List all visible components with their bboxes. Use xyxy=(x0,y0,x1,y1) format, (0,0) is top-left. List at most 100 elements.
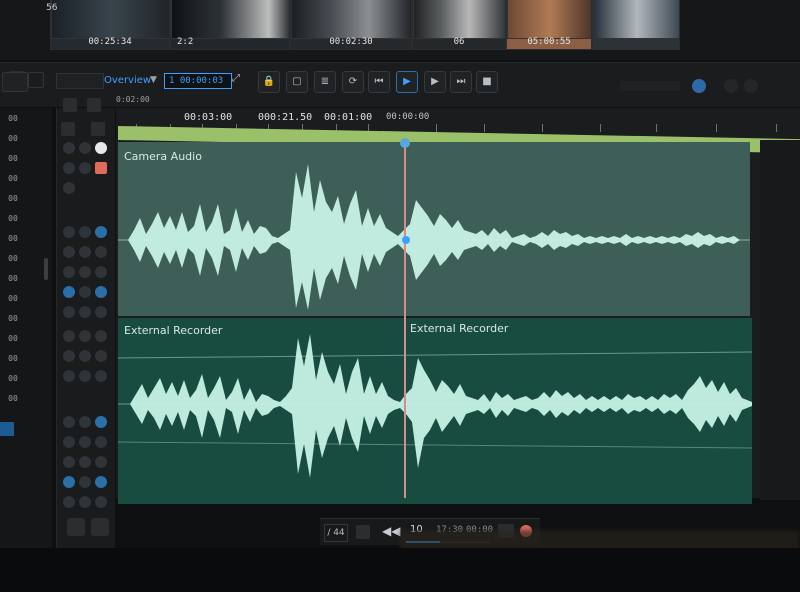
timecode-display[interactable]: 1 00:00:03 xyxy=(164,73,232,89)
track-toggle[interactable] xyxy=(79,436,91,448)
list-button[interactable]: ≣ xyxy=(314,71,336,93)
track-toggle[interactable] xyxy=(63,330,75,342)
track-toggle[interactable] xyxy=(63,416,75,428)
track-toggle[interactable] xyxy=(79,350,91,362)
track-toggle[interactable] xyxy=(95,246,107,258)
pencil-icon[interactable] xyxy=(67,518,85,536)
waveform-shape xyxy=(118,334,752,478)
track-toggle[interactable] xyxy=(63,436,75,448)
record-arm-toggle[interactable] xyxy=(95,162,107,174)
track-toggle[interactable] xyxy=(63,226,75,238)
track-toggle[interactable] xyxy=(79,266,91,278)
ruler-tick xyxy=(656,124,657,132)
track-eye-icon[interactable] xyxy=(61,122,75,136)
track-toggle[interactable] xyxy=(79,370,91,382)
track-toggle[interactable] xyxy=(63,496,75,508)
ruler-tick xyxy=(716,124,717,132)
track-toggle[interactable] xyxy=(79,306,91,318)
track-toggle[interactable] xyxy=(95,476,107,488)
fast-forward-button[interactable]: ⏭ xyxy=(450,71,472,93)
track-toggle[interactable] xyxy=(79,416,91,428)
speed-button[interactable]: ⟳ xyxy=(342,71,364,93)
playhead-handle[interactable] xyxy=(400,138,410,148)
preview-number-left: 56 xyxy=(46,3,58,13)
play-button[interactable]: ▶ xyxy=(396,71,418,93)
preview-timecode-2: 2:2 xyxy=(177,37,194,47)
preview-clip-3[interactable]: 00:02:30 xyxy=(290,0,412,50)
track-toggle[interactable] xyxy=(63,286,75,298)
rewind-icon: ⏮ xyxy=(374,76,384,87)
track-toggle[interactable] xyxy=(95,436,107,448)
lock-button[interactable]: 🔒 xyxy=(258,71,280,93)
gutter-number: 00 xyxy=(8,254,18,263)
preview-thumb-6 xyxy=(593,0,679,39)
gutter-selected-marker[interactable] xyxy=(0,422,14,436)
track-toggle[interactable] xyxy=(63,142,75,154)
track-toggle[interactable] xyxy=(95,286,107,298)
history-controls[interactable] xyxy=(56,73,104,89)
track-toggle[interactable] xyxy=(95,370,107,382)
track-toggle[interactable] xyxy=(79,496,91,508)
track-toggle[interactable] xyxy=(63,182,75,194)
track-toggle[interactable] xyxy=(63,162,75,174)
track-camera-audio[interactable]: Camera Audio xyxy=(118,142,750,316)
rewind-button[interactable]: ⏮ xyxy=(368,71,390,93)
track-toggle[interactable] xyxy=(79,226,91,238)
track-toggle[interactable] xyxy=(63,350,75,362)
track-toggle[interactable] xyxy=(79,286,91,298)
gutter-number: 00 xyxy=(8,234,18,243)
track-toggle[interactable] xyxy=(79,456,91,468)
gutter-number: 00 xyxy=(8,334,18,343)
square-button[interactable]: ▢ xyxy=(286,71,308,93)
gutter-toggle[interactable] xyxy=(2,72,28,92)
track-toggle[interactable] xyxy=(63,476,75,488)
playhead[interactable] xyxy=(404,140,406,498)
track-toggle[interactable] xyxy=(95,496,107,508)
track-toggle[interactable] xyxy=(95,266,107,278)
zoom-in-icon[interactable] xyxy=(744,79,758,93)
preview-timecode-5: 05:00:55 xyxy=(527,37,571,47)
track-toggle[interactable] xyxy=(63,306,75,318)
zoom-track[interactable] xyxy=(620,81,680,91)
track-toggle[interactable] xyxy=(95,306,107,318)
gutter-number: 00 xyxy=(8,294,18,303)
transport-left-label[interactable]: / 44 xyxy=(324,524,348,542)
zoom-handle[interactable] xyxy=(692,79,706,93)
zoom-out-icon[interactable] xyxy=(724,79,738,93)
preview-thumb-2 xyxy=(171,0,289,39)
preview-clip-4[interactable]: 06 xyxy=(412,0,506,50)
track-toggle[interactable] xyxy=(79,142,91,154)
gutter-number: 00 xyxy=(8,274,18,283)
track-settings-icon[interactable] xyxy=(63,98,77,112)
gutter-scrollbar[interactable] xyxy=(44,258,48,280)
preview-clip-5[interactable]: 05:00:55 xyxy=(506,0,592,50)
marker-icon[interactable] xyxy=(356,525,370,539)
track-toggle[interactable] xyxy=(79,246,91,258)
track-toggle[interactable] xyxy=(79,330,91,342)
overview-dropdown[interactable]: Overview xyxy=(104,75,151,86)
track-toggle[interactable] xyxy=(63,370,75,382)
track-toggle[interactable] xyxy=(79,162,91,174)
close-icon[interactable] xyxy=(28,72,44,88)
main-toolbar: Overview ▼ 1 00:00:03 ⤢ 🔒 ▢ ≣ ⟳ ⏮ ▶ ▶ ⏭ … xyxy=(0,62,800,107)
rewind-small-icon[interactable]: ◀◀ xyxy=(382,524,400,538)
track-toggle[interactable] xyxy=(63,456,75,468)
link-icon[interactable] xyxy=(91,518,109,536)
track-toggle[interactable] xyxy=(95,416,107,428)
track-toggle[interactable] xyxy=(63,246,75,258)
track-toggle[interactable] xyxy=(63,266,75,278)
record-toggle[interactable] xyxy=(95,142,107,154)
track-toggle[interactable] xyxy=(95,350,107,362)
track-external-recorder[interactable]: External Recorder External Recorder xyxy=(118,318,752,504)
next-frame-button[interactable]: ▶ xyxy=(424,71,446,93)
track-folder-icon[interactable] xyxy=(87,98,101,112)
preview-clip-6[interactable] xyxy=(592,0,680,50)
preview-clip-1[interactable]: 00:25:34 xyxy=(50,0,170,50)
track-toggle[interactable] xyxy=(95,456,107,468)
track-toggle[interactable] xyxy=(95,330,107,342)
track-toggle[interactable] xyxy=(95,226,107,238)
stop-button[interactable]: ■ xyxy=(476,71,498,93)
track-toggle[interactable] xyxy=(79,476,91,488)
snap-icon[interactable]: ⤢ xyxy=(232,73,244,85)
preview-clip-2[interactable]: 2:2 xyxy=(170,0,290,50)
